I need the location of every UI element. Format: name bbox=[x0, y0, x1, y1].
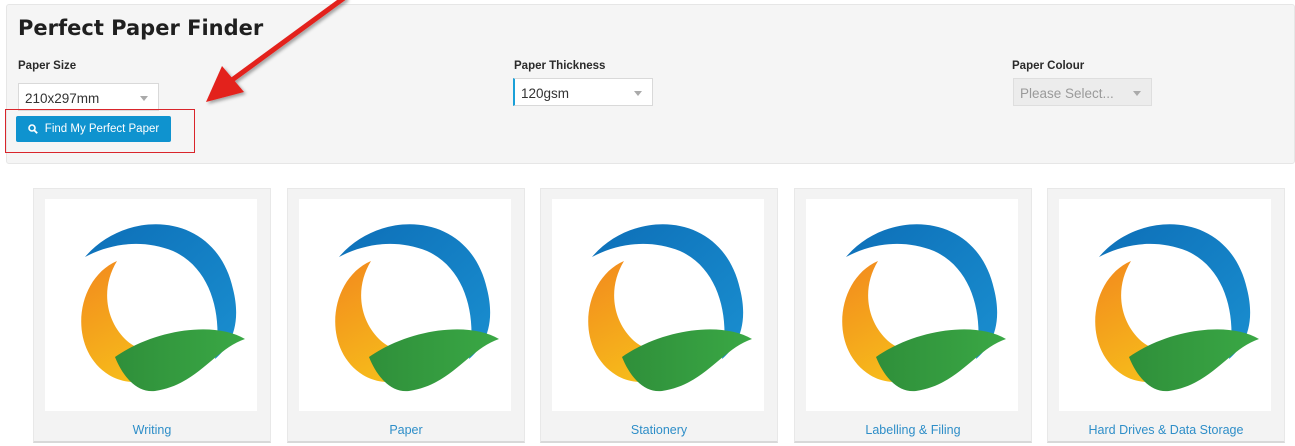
chevron-down-icon bbox=[634, 91, 642, 96]
logo-icon bbox=[842, 224, 1006, 392]
chevron-down-icon bbox=[1133, 91, 1141, 96]
category-card-writing[interactable]: Writing bbox=[33, 188, 271, 443]
category-image bbox=[45, 199, 257, 411]
paper-colour-select[interactable]: Please Select... bbox=[1013, 78, 1152, 106]
category-label[interactable]: Hard Drives & Data Storage bbox=[1048, 423, 1284, 437]
annotation-highlight-box bbox=[5, 109, 195, 153]
category-label[interactable]: Writing bbox=[34, 423, 270, 437]
logo-icon bbox=[81, 224, 245, 392]
logo-icon bbox=[588, 224, 752, 392]
category-card-labelling-filing[interactable]: Labelling & Filing bbox=[794, 188, 1032, 443]
paper-thickness-label: Paper Thickness bbox=[514, 60, 606, 72]
category-image bbox=[299, 199, 511, 411]
logo-icon bbox=[1095, 224, 1259, 392]
category-image bbox=[806, 199, 1018, 411]
category-label[interactable]: Paper bbox=[288, 423, 524, 437]
paper-colour-value: Please Select... bbox=[1020, 86, 1114, 101]
category-card-paper[interactable]: Paper bbox=[287, 188, 525, 443]
annotation-arrow-icon bbox=[206, 0, 346, 102]
paper-size-value: 210x297mm bbox=[25, 91, 100, 106]
paper-colour-label: Paper Colour bbox=[1012, 60, 1085, 72]
category-image bbox=[552, 199, 764, 411]
paper-thickness-value: 120gsm bbox=[521, 86, 570, 101]
paper-size-label: Paper Size bbox=[18, 60, 77, 72]
category-image bbox=[1059, 199, 1271, 411]
category-label[interactable]: Stationery bbox=[541, 423, 777, 437]
category-label[interactable]: Labelling & Filing bbox=[795, 423, 1031, 437]
logo-icon bbox=[335, 224, 499, 392]
category-card-hard-drives[interactable]: Hard Drives & Data Storage bbox=[1047, 188, 1285, 443]
chevron-down-icon bbox=[140, 96, 148, 101]
paper-thickness-select[interactable]: 120gsm bbox=[513, 78, 653, 106]
paper-size-select[interactable]: 210x297mm bbox=[18, 83, 159, 111]
category-card-stationery[interactable]: Stationery bbox=[540, 188, 778, 443]
